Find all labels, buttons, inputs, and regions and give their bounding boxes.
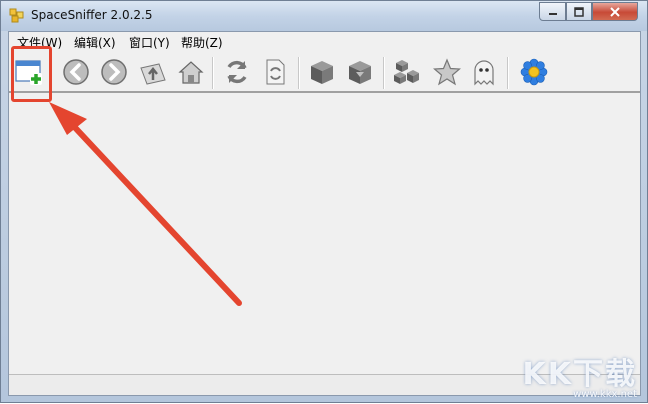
- cube-filter-icon[interactable]: [346, 58, 374, 86]
- client-area: 文件(W) 编辑(X) 窗口(Y) 帮助(Z): [8, 31, 641, 396]
- minimize-button[interactable]: [539, 2, 566, 21]
- maximize-button[interactable]: [566, 2, 592, 21]
- home-icon[interactable]: [177, 58, 205, 86]
- minimize-icon: [548, 12, 557, 15]
- forward-icon[interactable]: [100, 58, 128, 86]
- flower-icon[interactable]: [520, 58, 548, 86]
- ghost-icon[interactable]: [470, 58, 498, 86]
- menu-window[interactable]: 窗口(Y): [129, 34, 170, 51]
- toolbar: [9, 51, 640, 93]
- watermark-brand: KK下载: [522, 357, 637, 392]
- toolbar-separator: [212, 57, 214, 89]
- refresh-document-icon[interactable]: [261, 58, 289, 86]
- menu-help[interactable]: 帮助(Z): [181, 34, 223, 51]
- toolbar-separator: [298, 57, 300, 89]
- up-folder-icon[interactable]: [139, 58, 167, 86]
- app-window: SpaceSniffer 2.0.2.5 文件(W) 编辑(X) 窗口(Y) 帮…: [0, 0, 648, 403]
- cubes-icon[interactable]: [393, 58, 421, 86]
- menu-bar: 文件(W) 编辑(X) 窗口(Y) 帮助(Z): [9, 32, 640, 51]
- close-icon: [610, 6, 620, 17]
- window-title: SpaceSniffer 2.0.2.5: [31, 8, 153, 22]
- annotation-highlight-box: [11, 46, 52, 102]
- close-button[interactable]: [592, 2, 638, 21]
- maximize-icon: [574, 6, 584, 17]
- title-bar[interactable]: SpaceSniffer 2.0.2.5: [1, 1, 647, 31]
- watermark: KK下载 www.kkx.net: [523, 349, 638, 400]
- refresh-icon[interactable]: [223, 58, 251, 86]
- map-view[interactable]: [9, 93, 640, 375]
- toolbar-separator: [383, 57, 385, 89]
- cube-icon[interactable]: [308, 58, 336, 86]
- menu-edit[interactable]: 编辑(X): [74, 34, 116, 51]
- toolbar-separator: [507, 57, 509, 89]
- app-icon: [9, 8, 24, 23]
- star-icon[interactable]: [433, 58, 461, 86]
- back-icon[interactable]: [62, 58, 90, 86]
